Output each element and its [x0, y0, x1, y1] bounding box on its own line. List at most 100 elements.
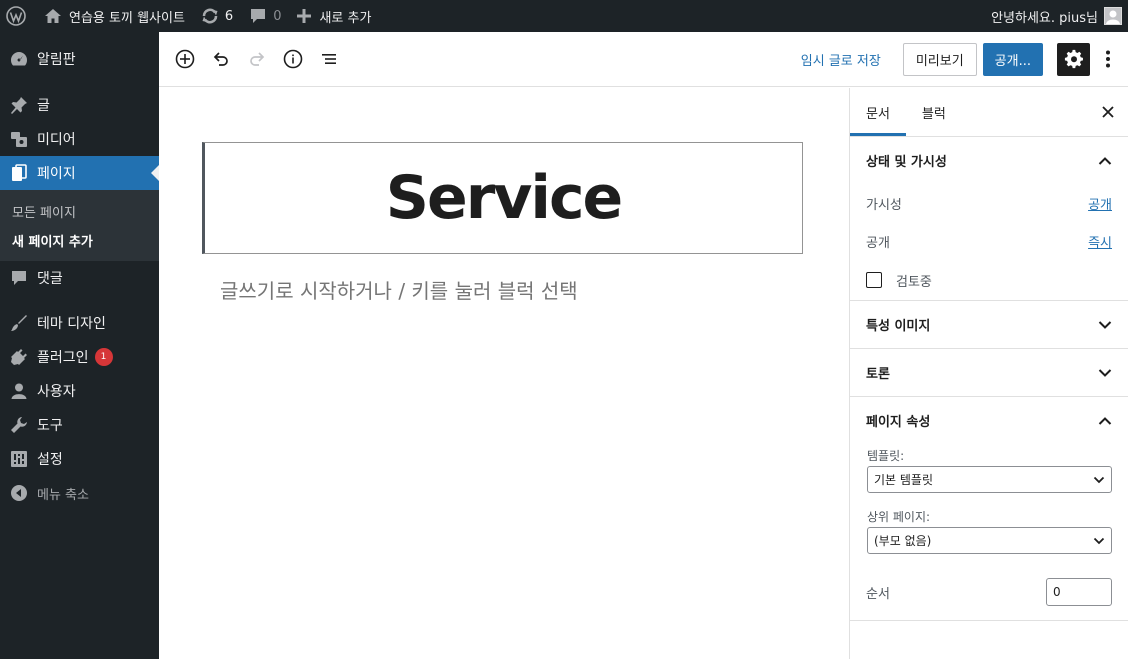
featured-image-toggle[interactable]: 특성 이미지 [850, 301, 1128, 348]
discussion-toggle[interactable]: 토론 [850, 349, 1128, 396]
sidebar-item-comments[interactable]: 댓글 [0, 261, 159, 295]
wordpress-logo-icon[interactable] [0, 0, 36, 32]
sidebar-item-appearance[interactable]: 테마 디자인 [0, 306, 159, 340]
avatar [1104, 7, 1122, 25]
panel-title: 토론 [866, 367, 890, 382]
editor-header: 임시 글로 저장 미리보기 공개... [159, 32, 1128, 87]
refresh-icon [201, 7, 219, 25]
close-icon [1102, 106, 1114, 118]
site-name: 연습용 토끼 웹사이트 [69, 10, 185, 26]
sidebar-item-label: 페이지 [37, 166, 76, 182]
visibility-label: 가시성 [866, 197, 902, 213]
visibility-toggle[interactable]: 공개 [1088, 194, 1112, 213]
wrench-icon [9, 415, 29, 435]
sidebar-item-media[interactable]: 미디어 [0, 122, 159, 156]
new-content-label: 새로 추가 [319, 10, 372, 26]
admin-sidebar: 알림판 글 미디어 페이지 모든 페이지 새 페이지 추가 댓글 테마 디자인 [0, 32, 159, 659]
chevron-down-icon [1093, 476, 1105, 484]
sidebar-item-users[interactable]: 사용자 [0, 374, 159, 408]
publish-button[interactable]: 공개... [982, 42, 1043, 76]
updates-link[interactable]: 6 [193, 0, 241, 32]
undo-icon [211, 49, 231, 69]
dashboard-icon [9, 49, 29, 69]
chevron-down-icon [1098, 320, 1112, 330]
comment-icon [9, 268, 29, 288]
page-attributes-toggle[interactable]: 페이지 속성 [850, 397, 1128, 444]
status-visibility-panel: 상태 및 가시성 가시성 공개 공개 즉시 검토중 [850, 137, 1128, 301]
comments-count: 0 [273, 8, 282, 24]
editor-canvas: Service 글쓰기로 시작하거나 / 키를 눌러 블럭 선택 [159, 88, 849, 659]
undo-button[interactable] [203, 41, 239, 77]
sidebar-item-label: 사용자 [37, 384, 76, 400]
panel-title: 페이지 속성 [866, 415, 931, 430]
panel-title: 특성 이미지 [866, 319, 931, 334]
more-options-button[interactable] [1096, 43, 1120, 76]
home-icon [44, 8, 62, 24]
close-sidebar-button[interactable] [1088, 88, 1128, 136]
new-content-link[interactable]: 새로 추가 [289, 0, 379, 32]
post-title[interactable]: Service [386, 163, 623, 233]
settings-toggle-button[interactable] [1057, 42, 1090, 76]
publish-date-toggle[interactable]: 즉시 [1088, 232, 1112, 251]
visibility-row: 가시성 공개 [850, 184, 1128, 222]
save-draft-button[interactable]: 임시 글로 저장 [789, 50, 893, 69]
order-input[interactable]: 0 [1046, 578, 1112, 606]
list-view-icon [319, 49, 339, 69]
submenu-add-new-page[interactable]: 새 페이지 추가 [0, 226, 159, 255]
post-title-block[interactable]: Service [202, 142, 803, 254]
sidebar-tabs: 문서 블럭 [850, 88, 1128, 137]
preview-button[interactable]: 미리보기 [902, 42, 977, 76]
comment-bubble-icon [249, 8, 267, 24]
tab-document[interactable]: 문서 [850, 88, 906, 136]
chevron-up-icon [1098, 416, 1112, 426]
plugin-update-badge: 1 [94, 348, 113, 366]
featured-image-panel: 특성 이미지 [850, 301, 1128, 349]
sidebar-item-posts[interactable]: 글 [0, 88, 159, 122]
add-block-button[interactable] [167, 41, 203, 77]
sidebar-item-plugins[interactable]: 플러그인 1 [0, 340, 159, 374]
sidebar-item-label: 미디어 [37, 132, 76, 148]
greeting: 안녕하세요. pius님 [991, 10, 1098, 26]
pages-icon [9, 163, 29, 183]
order-label: 순서 [866, 586, 890, 602]
redo-button[interactable] [239, 41, 275, 77]
discussion-panel: 토론 [850, 349, 1128, 397]
sidebar-item-settings[interactable]: 설정 [0, 442, 159, 476]
updates-count: 6 [224, 8, 234, 24]
my-account-link[interactable]: 안녕하세요. pius님 [983, 0, 1128, 32]
submenu-all-pages[interactable]: 모든 페이지 [0, 197, 159, 226]
status-visibility-toggle[interactable]: 상태 및 가시성 [850, 137, 1128, 184]
page-attributes-panel: 페이지 속성 템플릿: 기본 템플릿 상위 페이지: (부모 없음) 순서 0 [850, 397, 1128, 621]
sidebar-item-tools[interactable]: 도구 [0, 408, 159, 442]
sidebar-item-pages[interactable]: 페이지 [0, 156, 159, 190]
sidebar-item-dashboard[interactable]: 알림판 [0, 42, 159, 76]
sidebar-item-label: 댓글 [37, 271, 63, 287]
settings-sliders-icon [9, 449, 29, 469]
parent-page-selected-value: (부모 없음) [874, 534, 932, 548]
parent-page-select[interactable]: (부모 없음) [867, 527, 1112, 554]
block-navigation-button[interactable] [311, 41, 347, 77]
admin-bar: 연습용 토끼 웹사이트 6 0 새로 추가 안녕하세요. pius님 [0, 0, 1128, 32]
user-icon [9, 381, 29, 401]
pin-icon [9, 95, 29, 115]
panel-title: 상태 및 가시성 [866, 155, 947, 170]
tab-block[interactable]: 블럭 [906, 88, 962, 136]
vertical-ellipsis-icon [1105, 49, 1111, 69]
default-block-appender[interactable]: 글쓰기로 시작하거나 / 키를 눌러 블럭 선택 [220, 275, 578, 304]
chevron-down-icon [1093, 537, 1105, 545]
collapse-menu-button[interactable]: 메뉴 축소 [0, 476, 159, 510]
pending-review-label: 검토중 [896, 274, 932, 290]
template-selected-value: 기본 템플릿 [874, 473, 934, 487]
sidebar-item-label: 글 [37, 98, 50, 114]
template-select[interactable]: 기본 템플릿 [867, 466, 1112, 493]
settings-sidebar: 문서 블럭 상태 및 가시성 가시성 공개 공개 즉시 검토중 특성 이미지 토… [849, 88, 1128, 659]
chevron-up-icon [1098, 156, 1112, 166]
comments-link[interactable]: 0 [241, 0, 289, 32]
chevron-down-icon [1098, 368, 1112, 378]
pending-review-checkbox[interactable] [866, 272, 882, 288]
brush-icon [9, 313, 29, 333]
publish-label: 공개 [866, 235, 890, 251]
parent-page-label: 상위 페이지: [867, 509, 931, 524]
content-info-button[interactable] [275, 41, 311, 77]
site-name-link[interactable]: 연습용 토끼 웹사이트 [36, 0, 193, 32]
